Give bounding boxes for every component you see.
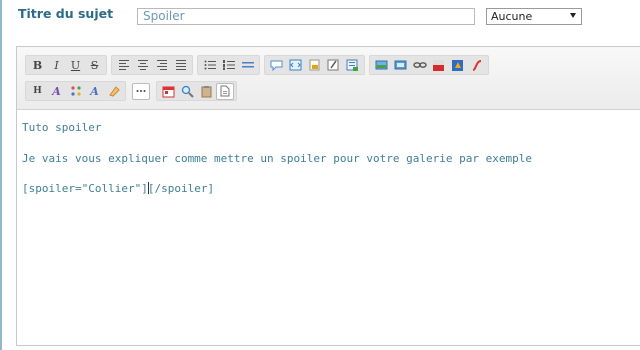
color-dots-icon xyxy=(70,86,81,96)
heading-button[interactable]: H xyxy=(28,82,47,100)
code-icon xyxy=(289,59,302,71)
speech-bubble-icon xyxy=(270,60,283,71)
search-button[interactable] xyxy=(178,82,197,100)
subject-input[interactable]: Spoiler xyxy=(137,8,475,25)
table-button[interactable] xyxy=(343,56,362,74)
bullet-list-button[interactable] xyxy=(200,56,219,74)
video-icon xyxy=(452,59,463,71)
flash-button[interactable] xyxy=(467,56,486,74)
align-left-icon xyxy=(118,60,129,70)
list-group xyxy=(197,55,260,75)
image-upload-button[interactable] xyxy=(391,56,410,74)
align-right-button[interactable] xyxy=(152,56,171,74)
list-item-button[interactable] xyxy=(238,56,257,74)
source-mode-button[interactable] xyxy=(216,82,234,100)
list-item-icon xyxy=(241,62,254,68)
table-icon xyxy=(346,59,358,71)
magnifier-icon xyxy=(181,85,194,98)
underline-button[interactable]: U xyxy=(66,56,85,74)
clear-format-button[interactable] xyxy=(104,82,123,100)
extras-group xyxy=(156,81,237,101)
image-upload-icon xyxy=(394,60,407,70)
toolbar-row-2: H A A xyxy=(25,80,241,102)
numbered-list-icon xyxy=(222,60,235,70)
text-format-group: H A A xyxy=(25,81,126,101)
edit-note-button[interactable] xyxy=(324,56,343,74)
italic-button[interactable]: I xyxy=(47,56,66,74)
content-line-1: Tuto spoiler xyxy=(22,121,102,134)
link-button[interactable] xyxy=(410,56,429,74)
pencil-note-icon xyxy=(327,59,339,71)
prefix-select[interactable]: Aucune xyxy=(486,8,582,25)
chevron-down-icon xyxy=(570,13,576,18)
document-icon xyxy=(220,85,230,97)
align-right-icon xyxy=(156,60,167,70)
color-palette-button[interactable] xyxy=(66,82,85,100)
insert-group xyxy=(264,55,365,75)
content-line-3: [spoiler="Collier"][/spoiler] xyxy=(22,182,532,196)
flash-icon xyxy=(472,59,482,71)
date-button[interactable] xyxy=(159,82,178,100)
numbered-list-button[interactable] xyxy=(219,56,238,74)
image-icon xyxy=(375,60,388,70)
align-group xyxy=(111,55,193,75)
video-button[interactable] xyxy=(448,56,467,74)
align-justify-icon xyxy=(175,60,186,70)
clipboard-icon xyxy=(201,85,212,97)
spoiler-close-tag: [/spoiler] xyxy=(147,182,215,195)
toolbar-row-1: B I U S xyxy=(25,54,493,76)
font-color-button[interactable]: A xyxy=(47,82,66,100)
media-group xyxy=(369,55,489,75)
content-line-2: Je vais vous expliquer comme mettre un s… xyxy=(22,152,532,165)
separator-group xyxy=(130,81,152,101)
image-button[interactable] xyxy=(372,56,391,74)
spoiler-icon xyxy=(309,59,320,71)
font-size-button[interactable]: A xyxy=(85,82,104,100)
strikethrough-button[interactable]: S xyxy=(85,56,104,74)
align-center-icon xyxy=(137,60,148,70)
subject-label: Titre du sujet xyxy=(18,6,114,21)
paste-button[interactable] xyxy=(197,82,216,100)
editor-toolbar: B I U S H A A xyxy=(17,47,640,110)
bold-button[interactable]: B xyxy=(28,56,47,74)
page-frame-border xyxy=(0,0,2,350)
code-button[interactable] xyxy=(286,56,305,74)
align-left-button[interactable] xyxy=(114,56,133,74)
editor-content[interactable]: Tuto spoiler Je vais vous expliquer comm… xyxy=(22,121,532,196)
align-center-button[interactable] xyxy=(133,56,152,74)
eraser-icon xyxy=(108,86,120,97)
link-icon xyxy=(412,62,427,68)
ellipsis-icon xyxy=(136,90,146,92)
youtube-icon xyxy=(433,59,444,71)
calendar-icon xyxy=(162,86,175,97)
quote-button[interactable] xyxy=(267,56,286,74)
horizontal-rule-button[interactable] xyxy=(132,82,150,100)
youtube-button[interactable] xyxy=(429,56,448,74)
prefix-select-value: Aucune xyxy=(491,10,533,23)
spoiler-open-tag: [spoiler="Collier"] xyxy=(22,182,148,195)
bullet-list-icon xyxy=(204,60,216,70)
bbcode-editor: B I U S H A A Tuto spoiler Je vais vous … xyxy=(16,46,640,346)
align-justify-button[interactable] xyxy=(171,56,190,74)
text-style-group: B I U S xyxy=(25,55,107,75)
spoiler-button[interactable] xyxy=(305,56,324,74)
